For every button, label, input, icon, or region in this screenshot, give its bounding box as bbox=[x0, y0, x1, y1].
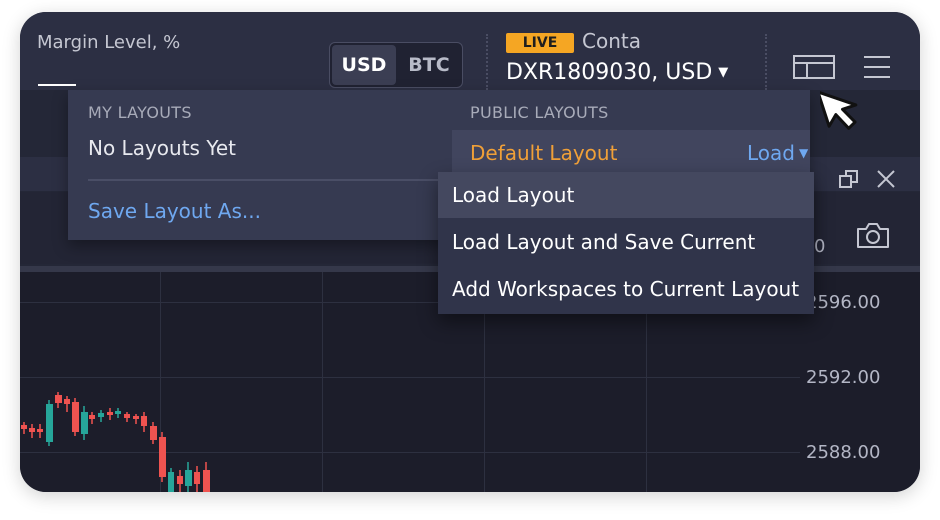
candlesticks bbox=[21, 392, 210, 492]
menu-item-load-and-save-current[interactable]: Load Layout and Save Current bbox=[438, 219, 814, 265]
partial-toolbar-text: 0 bbox=[814, 236, 826, 257]
account-selector[interactable]: DXR1809030, USD ▼ bbox=[506, 60, 728, 85]
price-axis-label: 2596.00 bbox=[806, 292, 881, 313]
account-id: DXR1809030, USD bbox=[506, 60, 713, 85]
grid-line bbox=[322, 272, 323, 492]
load-button-label: Load bbox=[747, 141, 795, 165]
header-divider bbox=[486, 34, 488, 90]
load-submenu: Load Layout Load Layout and Save Current… bbox=[438, 172, 814, 314]
live-badge: LIVE bbox=[506, 33, 574, 53]
menu-divider bbox=[88, 179, 460, 181]
hamburger-menu-icon[interactable] bbox=[860, 50, 894, 84]
layout-icon[interactable] bbox=[790, 50, 838, 84]
save-layout-as-link[interactable]: Save Layout As... bbox=[88, 199, 261, 223]
cursor-pointer-icon bbox=[820, 90, 858, 130]
my-layouts-header: MY LAYOUTS bbox=[88, 103, 192, 122]
currency-btc-button[interactable]: BTC bbox=[398, 45, 460, 85]
public-layouts-header: PUBLIC LAYOUTS bbox=[470, 103, 609, 122]
margin-level-label: Margin Level, % bbox=[37, 32, 181, 53]
menu-item-add-workspaces[interactable]: Add Workspaces to Current Layout bbox=[438, 266, 814, 312]
no-layouts-text: No Layouts Yet bbox=[88, 136, 237, 160]
margin-level-underline bbox=[38, 84, 76, 86]
menu-item-load-layout[interactable]: Load Layout bbox=[438, 172, 814, 218]
currency-usd-button[interactable]: USD bbox=[332, 45, 396, 85]
restore-window-icon[interactable] bbox=[836, 166, 862, 192]
header-divider bbox=[765, 34, 767, 90]
price-axis-label: 2588.00 bbox=[806, 442, 881, 463]
default-layout-label: Default Layout bbox=[470, 141, 618, 165]
price-axis-label: 2592.00 bbox=[806, 367, 881, 388]
camera-icon[interactable] bbox=[853, 218, 893, 252]
account-type-label: Conta bbox=[582, 29, 641, 53]
close-icon[interactable] bbox=[873, 166, 899, 192]
app-window: Margin Level, % USD BTC LIVE Conta DXR18… bbox=[20, 12, 920, 492]
chevron-down-icon: ▼ bbox=[798, 146, 809, 160]
load-button[interactable]: Load ▼ bbox=[747, 141, 808, 165]
chevron-down-icon: ▼ bbox=[718, 65, 729, 80]
